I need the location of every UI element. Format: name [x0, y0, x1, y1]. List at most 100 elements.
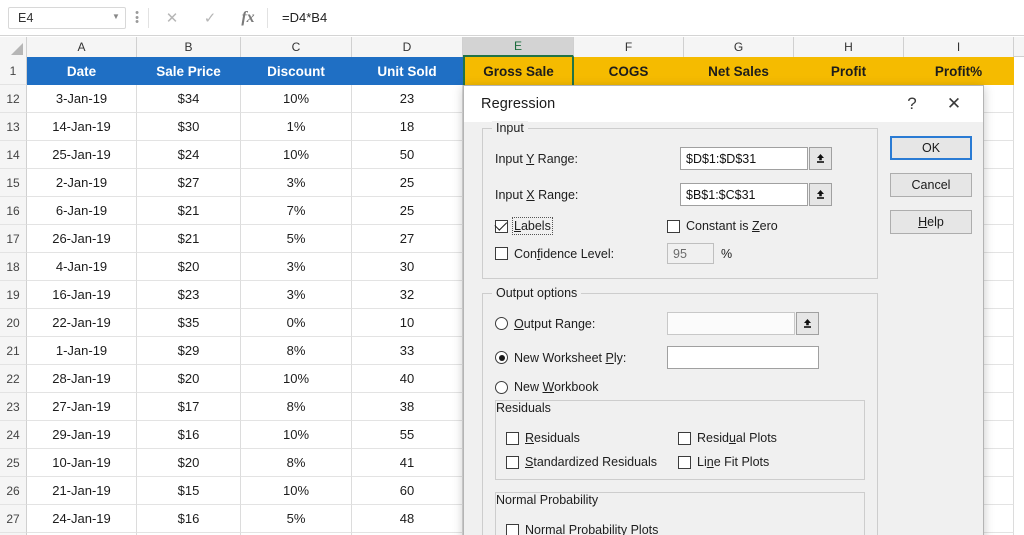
- range-selector-icon[interactable]: [809, 183, 832, 206]
- column-header-b[interactable]: B: [137, 37, 241, 57]
- name-box[interactable]: E4 ▼: [8, 6, 126, 29]
- grid-cell[interactable]: $21: [137, 225, 241, 253]
- grid-cell[interactable]: $30: [137, 113, 241, 141]
- grid-cell[interactable]: 8%: [241, 337, 352, 365]
- more-options-icon[interactable]: • • •: [126, 8, 148, 27]
- grid-cell[interactable]: $15: [137, 477, 241, 505]
- row-header[interactable]: 22: [0, 365, 27, 393]
- grid-cell[interactable]: 10%: [241, 421, 352, 449]
- header-cell-gross-sale[interactable]: Gross Sale: [463, 57, 574, 85]
- header-cell-net-sales[interactable]: Net Sales: [684, 57, 794, 85]
- grid-cell[interactable]: $17: [137, 393, 241, 421]
- column-header-e[interactable]: E: [463, 37, 574, 57]
- new-workbook-radio[interactable]: New Workbook: [495, 380, 667, 394]
- grid-cell[interactable]: $16: [137, 421, 241, 449]
- row-header[interactable]: 21: [0, 337, 27, 365]
- grid-cell[interactable]: $27: [137, 169, 241, 197]
- row-header[interactable]: 26: [0, 477, 27, 505]
- grid-cell[interactable]: $24: [137, 141, 241, 169]
- grid-cell[interactable]: 29-Jan-19: [27, 421, 137, 449]
- grid-cell[interactable]: 2-Jan-19: [27, 169, 137, 197]
- grid-cell[interactable]: $29: [137, 337, 241, 365]
- grid-cell[interactable]: 18: [352, 113, 463, 141]
- grid-cell[interactable]: 30: [352, 253, 463, 281]
- grid-cell[interactable]: 26-Jan-19: [27, 225, 137, 253]
- row-header[interactable]: 16: [0, 197, 27, 225]
- header-cell-profit[interactable]: Profit: [794, 57, 904, 85]
- grid-cell[interactable]: 27: [352, 225, 463, 253]
- residuals-checkbox[interactable]: Residuals: [506, 431, 678, 445]
- labels-checkbox[interactable]: Labels: [494, 217, 667, 235]
- grid-cell[interactable]: 0%: [241, 309, 352, 337]
- header-cell-discount[interactable]: Discount: [241, 57, 352, 85]
- grid-cell[interactable]: 25: [352, 197, 463, 225]
- chevron-down-icon[interactable]: ▼: [107, 12, 125, 23]
- grid-cell[interactable]: 6-Jan-19: [27, 197, 137, 225]
- grid-cell[interactable]: 5%: [241, 505, 352, 533]
- column-header-c[interactable]: C: [241, 37, 352, 57]
- input-y-range-input[interactable]: $D$1:$D$31: [680, 147, 808, 170]
- column-header-h[interactable]: H: [794, 37, 904, 57]
- grid-cell[interactable]: 7%: [241, 197, 352, 225]
- row-header[interactable]: 12: [0, 85, 27, 113]
- grid-cell[interactable]: 40: [352, 365, 463, 393]
- constant-is-zero-checkbox[interactable]: Constant is Zero: [667, 219, 778, 233]
- grid-cell[interactable]: 3%: [241, 169, 352, 197]
- column-header-f[interactable]: F: [574, 37, 684, 57]
- grid-cell[interactable]: 50: [352, 141, 463, 169]
- select-all-corner[interactable]: [0, 37, 27, 57]
- grid-cell[interactable]: 4-Jan-19: [27, 253, 137, 281]
- grid-cell[interactable]: 14-Jan-19: [27, 113, 137, 141]
- range-selector-icon[interactable]: [809, 147, 832, 170]
- grid-cell[interactable]: 24-Jan-19: [27, 505, 137, 533]
- grid-cell[interactable]: 41: [352, 449, 463, 477]
- grid-cell[interactable]: $21: [137, 197, 241, 225]
- grid-cell[interactable]: 16-Jan-19: [27, 281, 137, 309]
- fx-icon[interactable]: fx: [229, 6, 267, 30]
- grid-cell[interactable]: $20: [137, 449, 241, 477]
- grid-cell[interactable]: $20: [137, 365, 241, 393]
- header-cell-date[interactable]: Date: [27, 57, 137, 85]
- grid-cell[interactable]: 27-Jan-19: [27, 393, 137, 421]
- normal-probability-plots-checkbox[interactable]: Normal Probability Plots: [506, 523, 658, 535]
- row-header-1[interactable]: 1: [0, 57, 27, 85]
- grid-cell[interactable]: 3-Jan-19: [27, 85, 137, 113]
- row-header[interactable]: 20: [0, 309, 27, 337]
- row-header[interactable]: 14: [0, 141, 27, 169]
- header-cell-unit-sold[interactable]: Unit Sold: [352, 57, 463, 85]
- row-header[interactable]: 24: [0, 421, 27, 449]
- new-worksheet-ply-radio[interactable]: New Worksheet Ply:: [495, 351, 667, 365]
- grid-cell[interactable]: 22-Jan-19: [27, 309, 137, 337]
- grid-cell[interactable]: 10-Jan-19: [27, 449, 137, 477]
- grid-cell[interactable]: 32: [352, 281, 463, 309]
- grid-cell[interactable]: 48: [352, 505, 463, 533]
- grid-cell[interactable]: 21-Jan-19: [27, 477, 137, 505]
- dialog-title-bar[interactable]: Regression ? ✕: [464, 86, 983, 122]
- grid-cell[interactable]: 3%: [241, 253, 352, 281]
- column-header-d[interactable]: D: [352, 37, 463, 57]
- grid-cell[interactable]: 55: [352, 421, 463, 449]
- row-header[interactable]: 19: [0, 281, 27, 309]
- standardized-residuals-checkbox[interactable]: Standardized Residuals: [506, 455, 678, 469]
- grid-cell[interactable]: $34: [137, 85, 241, 113]
- grid-cell[interactable]: 1%: [241, 113, 352, 141]
- grid-cell[interactable]: 8%: [241, 449, 352, 477]
- grid-cell[interactable]: $20: [137, 253, 241, 281]
- formula-input[interactable]: =D4*B4: [268, 6, 1024, 30]
- range-selector-icon[interactable]: [796, 312, 819, 335]
- confidence-level-input[interactable]: 95: [667, 243, 714, 264]
- question-mark-icon[interactable]: ?: [891, 89, 933, 119]
- grid-cell[interactable]: $23: [137, 281, 241, 309]
- check-icon[interactable]: ✓: [191, 6, 229, 30]
- grid-cell[interactable]: 25-Jan-19: [27, 141, 137, 169]
- output-range-input[interactable]: [667, 312, 795, 335]
- grid-cell[interactable]: 8%: [241, 393, 352, 421]
- column-header-a[interactable]: A: [27, 37, 137, 57]
- row-header[interactable]: 23: [0, 393, 27, 421]
- output-range-radio[interactable]: Output Range:: [495, 317, 667, 331]
- close-icon[interactable]: ✕: [153, 6, 191, 30]
- row-header[interactable]: 15: [0, 169, 27, 197]
- header-cell-profit-pct[interactable]: Profit%: [904, 57, 1014, 85]
- residual-plots-checkbox[interactable]: Residual Plots: [678, 431, 777, 445]
- grid-cell[interactable]: 10%: [241, 477, 352, 505]
